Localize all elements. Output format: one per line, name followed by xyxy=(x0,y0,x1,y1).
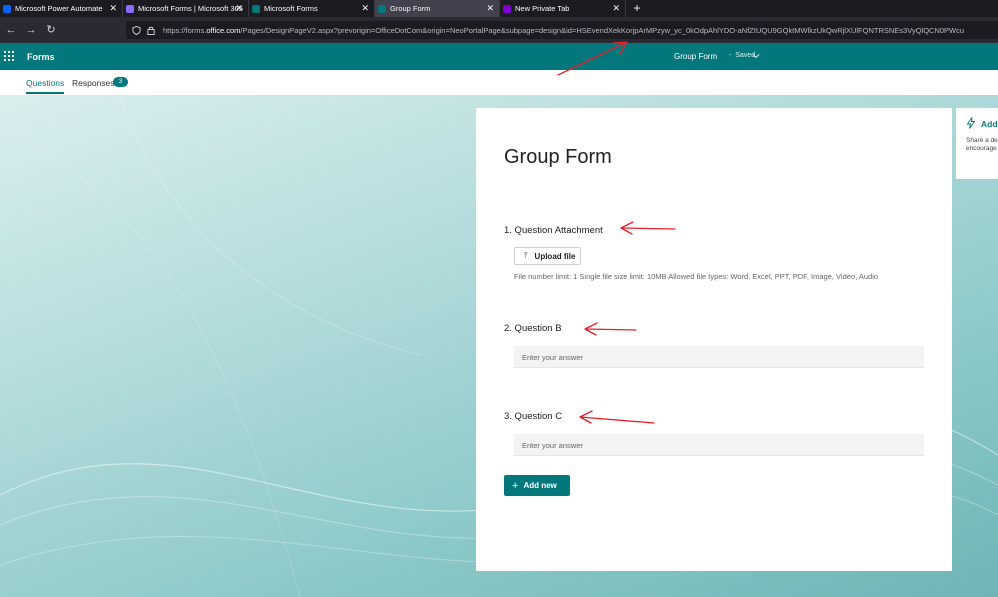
forms-sub-nav: Questions Responses 3 xyxy=(0,70,998,95)
tab-label: New Private Tab xyxy=(515,4,570,13)
side-panel-desc-line: Share a des xyxy=(966,137,998,144)
back-arrow-icon[interactable]: ← xyxy=(2,21,20,39)
power-automate-icon xyxy=(3,4,11,13)
forward-arrow-icon[interactable]: → xyxy=(22,21,40,39)
chevron-down-icon[interactable] xyxy=(752,52,760,60)
app-name[interactable]: Forms xyxy=(27,52,55,62)
microsoft-365-icon xyxy=(126,4,134,13)
url-prefix: https://forms. xyxy=(163,25,207,35)
browser-tab-strip: Microsoft Power Automate ✕ Microsoft For… xyxy=(0,0,998,17)
active-tab-indicator xyxy=(26,92,65,94)
lightning-icon xyxy=(966,117,976,129)
tab-questions-label: Questions xyxy=(26,78,65,88)
close-icon[interactable]: ✕ xyxy=(486,3,494,13)
tab-new-private[interactable]: New Private Tab ✕ xyxy=(500,0,626,17)
tab-responses-label: Responses xyxy=(72,78,115,88)
url-path: /Pages/DesignPageV2.aspx?prevorigin=Offi… xyxy=(240,25,965,35)
tab-label: Group Form xyxy=(390,4,431,13)
answer-input[interactable]: Enter your answer xyxy=(514,434,924,456)
close-icon[interactable]: ✕ xyxy=(109,3,117,13)
lock-icon xyxy=(147,26,155,35)
tab-label: Microsoft Forms xyxy=(264,4,318,13)
url-text: https://forms.office.com/Pages/DesignPag… xyxy=(163,26,964,35)
question-title[interactable]: 2. Question B xyxy=(504,323,562,334)
close-icon[interactable]: ✕ xyxy=(612,3,620,13)
tab-questions[interactable]: Questions xyxy=(26,78,65,94)
side-panel-title: Add xyxy=(981,119,998,129)
responses-count-badge: 3 xyxy=(113,77,128,87)
url-domain: office.com xyxy=(206,25,241,35)
close-icon[interactable]: ✕ xyxy=(361,3,369,13)
address-bar[interactable]: https://forms.office.com/Pages/DesignPag… xyxy=(126,21,998,39)
form-card: Group Form 1. Question Attachment ⤒ Uplo… xyxy=(476,108,952,571)
file-limits-note: File number limit: 1 Single file size li… xyxy=(514,272,879,281)
reload-icon[interactable]: ↻ xyxy=(42,21,60,39)
new-tab-button[interactable]: + xyxy=(630,0,644,17)
app-launcher-icon[interactable] xyxy=(4,51,14,61)
answer-input[interactable]: Enter your answer xyxy=(514,346,924,368)
tab-power-automate[interactable]: Microsoft Power Automate ✕ xyxy=(0,0,123,17)
tab-label: Microsoft Forms | Microsoft 365 xyxy=(138,4,243,13)
question-title[interactable]: 1. Question Attachment xyxy=(504,225,603,236)
tab-label: Microsoft Power Automate xyxy=(15,4,103,13)
insights-side-panel[interactable]: Add Share a des encourage xyxy=(956,108,998,179)
forms-icon xyxy=(252,4,260,13)
forms-icon xyxy=(378,4,386,13)
private-browsing-icon xyxy=(503,4,511,13)
tab-responses[interactable]: Responses xyxy=(72,78,115,88)
question-title[interactable]: 3. Question C xyxy=(504,411,562,422)
add-new-button[interactable]: + Add new xyxy=(504,475,570,496)
upload-icon: ⤒ xyxy=(524,251,528,260)
tab-microsoft-forms-365[interactable]: Microsoft Forms | Microsoft 365 ✕ xyxy=(123,0,249,17)
forms-app-bar: Forms Group Form - Saved xyxy=(0,43,998,70)
side-panel-desc-line: encourage xyxy=(966,145,997,152)
side-panel-description: Share a des encourage xyxy=(966,137,998,153)
form-heading[interactable]: Group Form xyxy=(504,146,612,169)
form-title[interactable]: Group Form xyxy=(674,52,717,61)
close-icon[interactable]: ✕ xyxy=(235,3,243,13)
upload-file-label: Upload file xyxy=(534,251,576,261)
add-new-label: Add new xyxy=(523,481,557,490)
upload-file-button[interactable]: ⤒ Upload file xyxy=(514,247,581,265)
plus-icon: + xyxy=(512,479,519,492)
tab-microsoft-forms[interactable]: Microsoft Forms ✕ xyxy=(249,0,375,17)
shield-icon xyxy=(132,25,141,35)
tab-group-form[interactable]: Group Form ✕ xyxy=(375,0,500,17)
browser-nav-bar: ← → ↻ https://forms.office.com/Pages/Des… xyxy=(0,17,998,43)
